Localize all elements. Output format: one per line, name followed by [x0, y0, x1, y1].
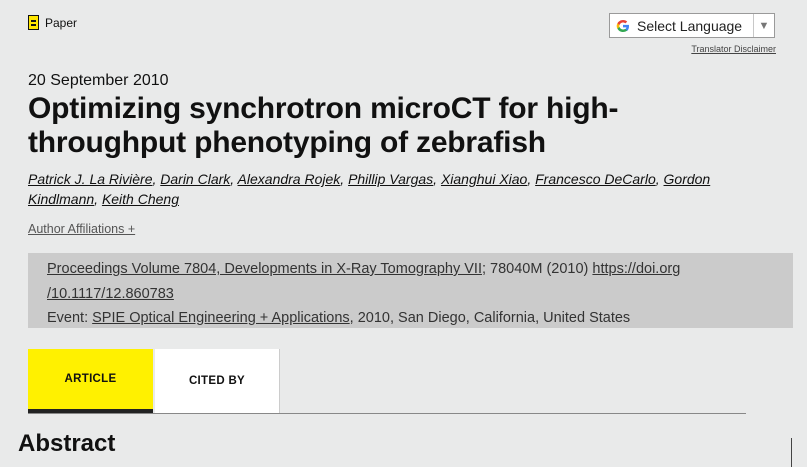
event-link[interactable]: SPIE Optical Engineering + Applications: [92, 310, 350, 326]
proceedings-doi-line: /10.1117/12.860783: [47, 282, 793, 307]
doi-link-continued[interactable]: /10.1117/12.860783: [47, 286, 174, 302]
author-list: Patrick J. La Rivière, Darin Clark, Alex…: [28, 171, 711, 207]
publication-date: 20 September 2010: [28, 72, 169, 89]
proceedings-volume-link[interactable]: Proceedings Volume 7804, Developments in…: [47, 261, 486, 277]
proceedings-citation-line: Proceedings Volume 7804, Developments in…: [47, 257, 793, 282]
tabs-divider: [28, 413, 746, 414]
author-link[interactable]: Patrick J. La Rivière: [28, 171, 152, 187]
article-number: 78040M (2010): [490, 261, 589, 277]
translator-disclaimer-link[interactable]: Translator Disclaimer: [691, 44, 776, 54]
document-icon: [28, 15, 39, 30]
abstract-heading: Abstract: [18, 430, 116, 457]
sidebar-divider: [791, 438, 792, 467]
paper-type-tag: Paper: [28, 15, 77, 30]
event-prefix: Event:: [47, 310, 89, 326]
author-link[interactable]: Xianghui Xiao: [441, 171, 527, 187]
author-link[interactable]: Darin Clark: [160, 171, 230, 187]
paper-type-label: Paper: [45, 15, 78, 30]
language-select-label: Select Language: [637, 17, 743, 34]
proceedings-info: Proceedings Volume 7804, Developments in…: [28, 253, 793, 328]
paper-title: Optimizing synchrotron microCT for high-…: [28, 92, 619, 159]
author-link[interactable]: Phillip Vargas: [348, 171, 433, 187]
event-details: , 2010, San Diego, California, United St…: [349, 310, 631, 326]
author-link[interactable]: Keith Cheng: [102, 191, 179, 207]
author-link[interactable]: Alexandra Rojek: [238, 171, 341, 187]
tab-cited-by[interactable]: CITED BY: [155, 349, 280, 413]
dropdown-arrow-icon[interactable]: ▼: [753, 14, 774, 37]
author-affiliations-toggle[interactable]: Author Affiliations +: [28, 222, 135, 236]
author-link[interactable]: Francesco DeCarlo: [535, 171, 656, 187]
google-g-icon: [616, 19, 629, 32]
doi-link[interactable]: https://doi.org: [592, 261, 680, 277]
language-select[interactable]: Select Language ▼: [609, 13, 775, 38]
event-line: Event: SPIE Optical Engineering + Applic…: [47, 306, 793, 331]
tab-article[interactable]: ARTICLE: [28, 349, 153, 413]
